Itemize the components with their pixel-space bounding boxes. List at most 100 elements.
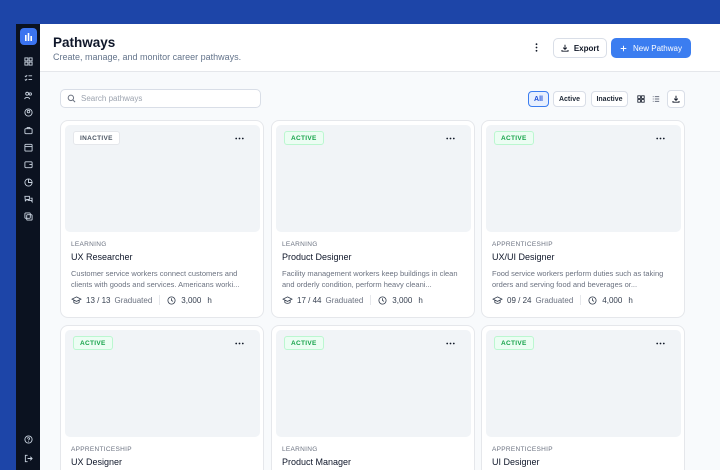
pathway-card[interactable]: ACTIVE APPRENTICESHIP UX Designer	[60, 325, 264, 470]
status-badge: ACTIVE	[73, 336, 113, 350]
page-header: Pathways Create, manage, and monitor car…	[40, 24, 720, 72]
pathway-name: UX/UI Designer	[492, 252, 555, 262]
filter-active[interactable]: Active	[553, 91, 586, 107]
status-badge: ACTIVE	[494, 336, 534, 350]
grid-view-button[interactable]	[633, 91, 648, 107]
pathway-stats: 17 / 44 Graduated 3,000 h	[282, 295, 423, 305]
graduated-count: 17 / 44	[297, 295, 322, 305]
task-list-icon[interactable]	[21, 71, 35, 85]
filter-inactive[interactable]: Inactive	[591, 91, 628, 107]
download-icon	[672, 95, 680, 103]
hours-unit: h	[207, 295, 212, 305]
wallet-icon[interactable]	[21, 158, 35, 172]
pathway-name: UX Designer	[71, 457, 123, 467]
main-content: Pathways Create, manage, and monitor car…	[40, 24, 720, 470]
pathway-description: Food service workers perform duties such…	[492, 269, 664, 289]
graduated-count: 09 / 24	[507, 295, 532, 305]
pathway-stats: 09 / 24 Graduated 4,000 h	[492, 295, 633, 305]
search-field[interactable]	[60, 89, 261, 108]
graduated-label: Graduated	[325, 295, 364, 305]
hours-unit: h	[418, 295, 423, 305]
page-title: Pathways	[53, 35, 116, 50]
card-menu-button[interactable]	[444, 132, 456, 144]
pathway-card[interactable]: ACTIVE LEARNING Product Designer Facilit…	[271, 120, 475, 318]
horizontal-dots-icon	[655, 342, 665, 344]
card-menu-button[interactable]	[233, 132, 245, 144]
clock-icon	[378, 295, 387, 305]
clock-icon	[167, 295, 176, 305]
new-pathway-label: New Pathway	[633, 43, 682, 53]
app-logo[interactable]	[19, 28, 37, 45]
hours-unit: h	[628, 295, 633, 305]
calendar-icon[interactable]	[21, 140, 35, 154]
clock-icon	[588, 295, 597, 305]
hours-value: 4,000	[602, 295, 623, 305]
new-pathway-button[interactable]: New Pathway	[611, 38, 691, 58]
graduation-cap-icon	[492, 295, 503, 304]
page-subtitle: Create, manage, and monitor career pathw…	[53, 52, 242, 62]
horizontal-dots-icon	[445, 137, 455, 139]
rail-bottom	[16, 432, 40, 470]
dashboard-icon[interactable]	[21, 54, 35, 68]
app-window: Pathways Create, manage, and monitor car…	[16, 24, 720, 470]
pathway-card[interactable]: ACTIVE APPRENTICESHIP UI Designer	[481, 325, 685, 470]
card-menu-button[interactable]	[233, 337, 245, 349]
pathway-type: LEARNING	[282, 241, 318, 248]
pathway-type: APPRENTICESHIP	[492, 446, 553, 453]
status-badge: ACTIVE	[284, 131, 324, 145]
horizontal-dots-icon	[234, 137, 244, 139]
users-icon[interactable]	[21, 89, 35, 103]
pathway-card[interactable]: ACTIVE LEARNING Product Manager	[271, 325, 475, 470]
list-view-button[interactable]	[648, 91, 663, 107]
pathway-name: UI Designer	[492, 457, 540, 467]
graduated-count: 13 / 13	[86, 295, 111, 305]
card-menu-button[interactable]	[654, 337, 666, 349]
export-label: Export	[573, 43, 600, 53]
profile-icon[interactable]	[21, 106, 35, 120]
filter-all[interactable]: All	[528, 91, 549, 107]
pathway-type: APPRENTICESHIP	[492, 241, 553, 248]
vertical-dots-icon	[535, 42, 537, 52]
logo-icon	[24, 32, 32, 41]
messages-icon[interactable]	[21, 192, 35, 206]
pie-chart-icon[interactable]	[21, 175, 35, 189]
card-menu-button[interactable]	[654, 132, 666, 144]
pathway-card[interactable]: ACTIVE APPRENTICESHIP UX/UI Designer Foo…	[481, 120, 685, 318]
horizontal-dots-icon	[234, 342, 244, 344]
grid-icon	[636, 95, 645, 103]
copy-icon[interactable]	[21, 210, 35, 224]
graduated-label: Graduated	[535, 295, 574, 305]
pathway-name: Product Designer	[282, 252, 352, 262]
pathway-name: Product Manager	[282, 457, 352, 467]
pathway-type: LEARNING	[71, 241, 107, 248]
download-icon	[561, 44, 569, 52]
hours-value: 3,000	[181, 295, 202, 305]
list-icon	[652, 96, 659, 102]
pathway-type: LEARNING	[282, 446, 318, 453]
horizontal-dots-icon	[655, 137, 665, 139]
sidebar-rail	[16, 24, 40, 470]
pathway-name: UX Researcher	[71, 252, 133, 262]
download-button[interactable]	[667, 90, 685, 108]
status-badge: ACTIVE	[284, 336, 324, 350]
search-icon	[67, 94, 76, 103]
logout-icon[interactable]	[21, 451, 35, 465]
graduated-label: Graduated	[114, 295, 153, 305]
more-options-button[interactable]	[530, 40, 542, 54]
export-button[interactable]: Export	[553, 38, 607, 58]
briefcase-icon[interactable]	[21, 123, 35, 137]
search-input[interactable]	[81, 94, 251, 103]
stat-divider	[159, 295, 161, 305]
pathway-type: APPRENTICESHIP	[71, 446, 132, 453]
graduation-cap-icon	[71, 295, 82, 304]
pathway-stats: 13 / 13 Graduated 3,000 h	[71, 295, 212, 305]
stat-divider	[370, 295, 372, 305]
graduation-cap-icon	[282, 295, 293, 304]
help-icon[interactable]	[21, 432, 35, 446]
card-menu-button[interactable]	[444, 337, 456, 349]
status-badge: ACTIVE	[494, 131, 534, 145]
horizontal-dots-icon	[445, 342, 455, 344]
pathway-description: Customer service workers connect custome…	[71, 269, 240, 289]
pathway-card[interactable]: INACTIVE LEARNING UX Researcher Customer…	[60, 120, 264, 318]
status-badge: INACTIVE	[73, 131, 120, 145]
